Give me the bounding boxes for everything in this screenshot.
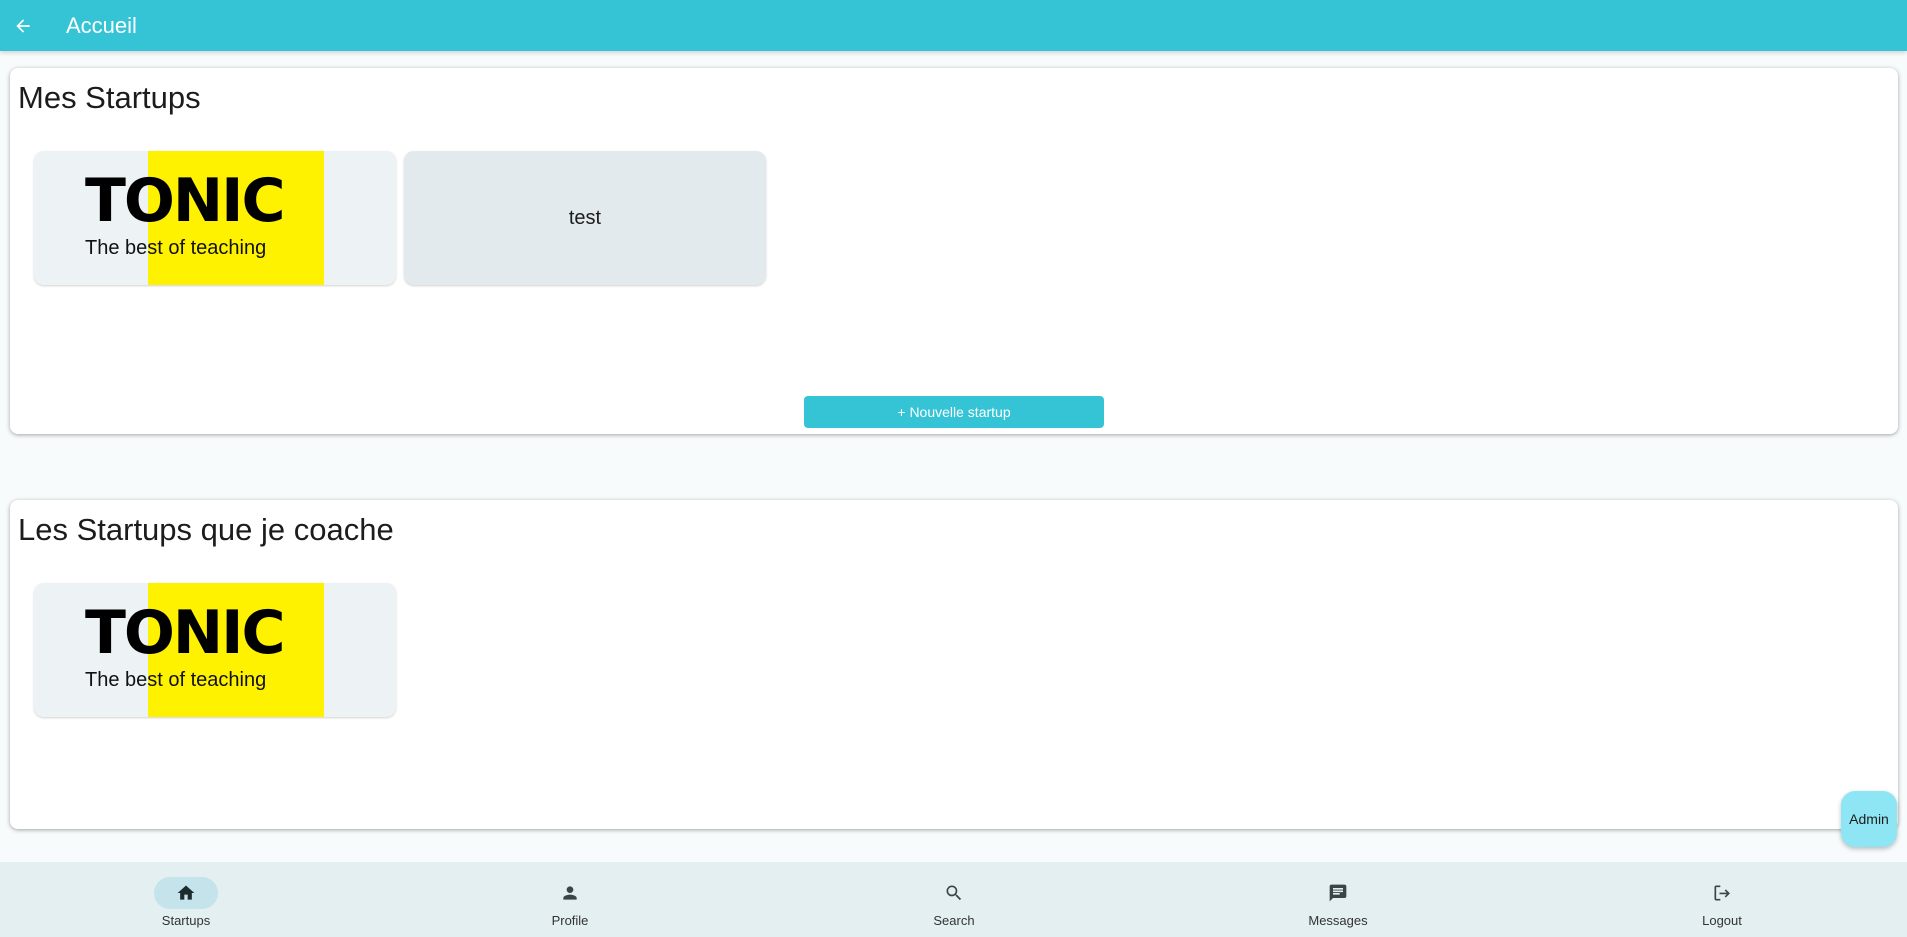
nav-label: Profile — [551, 913, 589, 928]
coached-startup-card-tonic[interactable]: TONIC The best of teaching — [34, 583, 396, 717]
coached-startups-title: Les Startups que je coache — [18, 512, 394, 547]
nav-label: Search — [933, 913, 975, 928]
nav-label: Messages — [1308, 913, 1368, 928]
page-title: Accueil — [66, 12, 137, 38]
nav-label: Logout — [1702, 913, 1742, 928]
logo-tagline: The best of teaching — [85, 669, 267, 691]
tonic-logo: TONIC The best of teaching — [34, 151, 396, 285]
new-startup-button[interactable]: + Nouvelle startup — [804, 396, 1104, 428]
startup-card-test[interactable]: test — [404, 151, 766, 285]
bottom-navigation: Startups Profile Search Messages Logout — [0, 862, 1907, 937]
tonic-logo: TONIC The best of teaching — [34, 583, 396, 717]
nav-label: Startups — [161, 913, 211, 928]
logo-brand: TONIC — [85, 598, 286, 668]
logout-icon — [1690, 877, 1754, 909]
nav-item-messages[interactable]: Messages — [1278, 862, 1398, 937]
message-icon — [1306, 877, 1370, 909]
nav-item-startups[interactable]: Startups — [126, 862, 246, 937]
home-icon — [154, 877, 218, 909]
my-startups-title: Mes Startups — [18, 80, 201, 115]
nav-item-search[interactable]: Search — [894, 862, 1014, 937]
startup-card-label: test — [568, 206, 602, 229]
arrow-left-icon[interactable] — [12, 15, 34, 37]
logo-brand: TONIC — [85, 166, 286, 236]
person-icon — [538, 877, 602, 909]
nav-item-logout[interactable]: Logout — [1662, 862, 1782, 937]
my-startups-section: Mes Startups TONIC The best of teaching … — [10, 68, 1898, 434]
search-icon — [922, 877, 986, 909]
nav-item-profile[interactable]: Profile — [510, 862, 630, 937]
logo-tagline: The best of teaching — [85, 237, 267, 259]
app-bar: Accueil — [0, 0, 1907, 51]
coached-startups-section: Les Startups que je coache TONIC The bes… — [10, 500, 1898, 829]
admin-button[interactable]: Admin — [1841, 791, 1897, 847]
startup-card-tonic[interactable]: TONIC The best of teaching — [34, 151, 396, 285]
